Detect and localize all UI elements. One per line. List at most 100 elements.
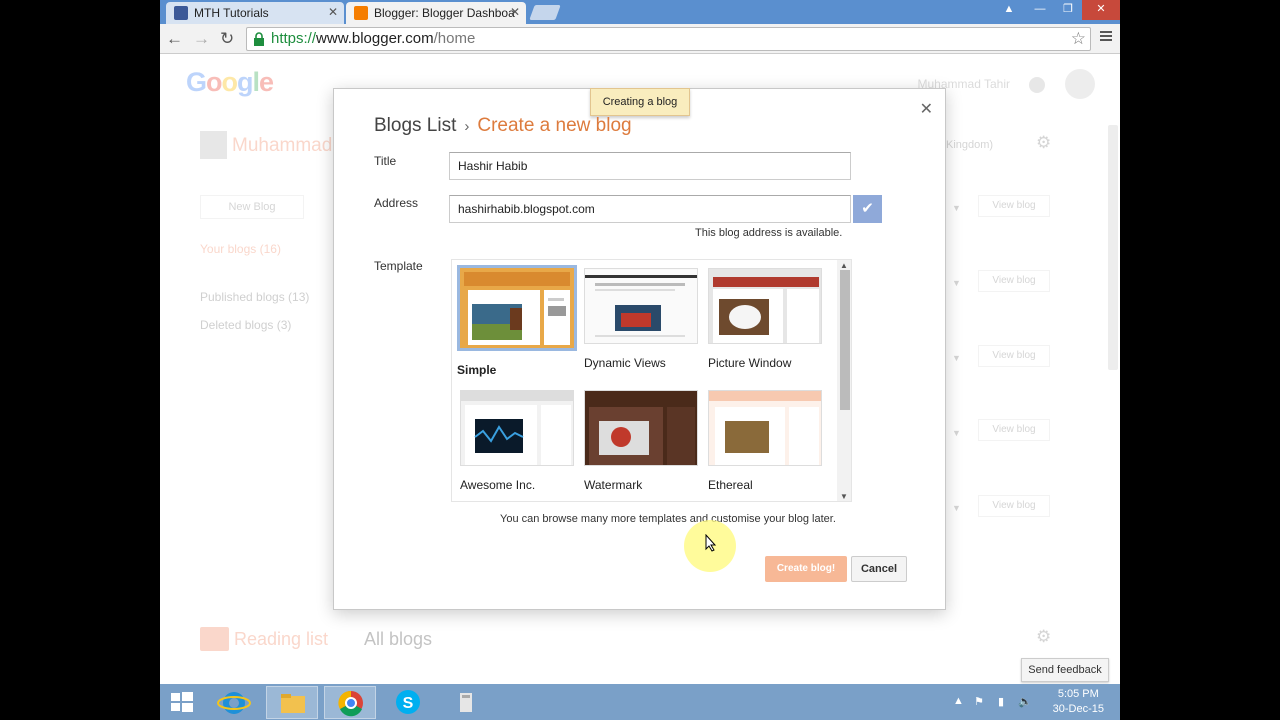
new-tab-button[interactable] <box>529 5 561 20</box>
taskbar-file-explorer[interactable] <box>266 686 318 719</box>
taskbar-internet-explorer[interactable] <box>208 686 260 719</box>
start-button[interactable] <box>160 686 204 719</box>
template-name: Simple <box>457 363 497 377</box>
gear-icon[interactable]: ⚙ <box>1036 627 1051 647</box>
scrollbar-thumb[interactable] <box>840 270 850 410</box>
chevron-down-icon[interactable]: ▼ <box>952 503 961 513</box>
app-icon <box>460 693 472 712</box>
view-blog-button[interactable]: View blog <box>978 270 1050 292</box>
internet-explorer-icon <box>217 692 251 714</box>
template-label: Template <box>374 259 423 273</box>
restore-button[interactable]: ❐ <box>1054 0 1082 20</box>
template-simple[interactable]: Simple <box>457 265 577 377</box>
reading-list-title: Reading list <box>234 629 329 649</box>
cursor-icon <box>705 534 717 552</box>
gear-icon[interactable]: ⚙ <box>1036 133 1051 153</box>
view-blog-button[interactable]: View blog <box>978 345 1050 367</box>
blogger-icon <box>354 6 368 20</box>
reading-list-icon <box>200 627 229 651</box>
tab-blogger-dashboard[interactable]: Blogger: Blogger Dashboa ✕ <box>346 2 526 24</box>
avatar[interactable] <box>1065 69 1095 99</box>
template-picture-window[interactable]: Picture Window <box>708 268 828 370</box>
template-scrollbar[interactable]: ▲ ▼ <box>837 260 851 501</box>
all-blogs-select[interactable]: All blogs <box>364 629 432 650</box>
reload-icon[interactable]: ↻ <box>220 29 234 49</box>
sidebar-item-your-blogs[interactable]: Your blogs (16) <box>200 242 281 256</box>
breadcrumb-current: Create a new blog <box>477 115 632 136</box>
clock-date: 30-Dec-15 <box>1052 703 1104 715</box>
close-icon[interactable]: ✕ <box>920 99 933 119</box>
page-scrollbar[interactable] <box>1108 125 1118 370</box>
cancel-button[interactable]: Cancel <box>851 556 907 582</box>
url-path: /home <box>433 30 476 47</box>
create-blog-dialog: Creating a blog ✕ Blogs List › Create a ne… <box>333 88 946 610</box>
close-icon[interactable]: ✕ <box>328 5 338 19</box>
template-dynamic-views[interactable]: Dynamic Views <box>584 268 704 370</box>
chevron-down-icon[interactable]: ▼ <box>952 278 961 288</box>
title-label: Title <box>374 154 397 168</box>
breadcrumb: Blogs List › Create a new blog <box>374 115 632 137</box>
volume-icon[interactable]: 🔈 <box>1018 695 1032 708</box>
skype-icon: S <box>396 690 420 714</box>
chevron-down-icon[interactable]: ▼ <box>952 353 961 363</box>
flag-icon[interactable]: ⚑ <box>974 695 984 708</box>
taskbar-app[interactable] <box>440 686 492 719</box>
menu-icon[interactable] <box>1100 31 1112 43</box>
sidebar-item-published[interactable]: Published blogs (13) <box>200 290 309 304</box>
view-blog-button[interactable]: View blog <box>978 195 1050 217</box>
address-input[interactable] <box>449 195 851 223</box>
url-protocol: https:// <box>271 30 317 47</box>
clock-time: 5:05 PM <box>1057 688 1099 700</box>
taskbar-chrome[interactable] <box>324 686 376 719</box>
minimize-button[interactable]: — <box>1026 0 1054 20</box>
scroll-up-icon[interactable]: ▲ <box>840 261 848 270</box>
address-label: Address <box>374 196 419 210</box>
profile-photo <box>200 131 227 159</box>
notification-icon[interactable] <box>1029 77 1045 93</box>
tab-title: MTH Tutorials <box>194 6 269 20</box>
template-thumbnail <box>708 390 822 466</box>
view-blog-button[interactable]: View blog <box>978 495 1050 517</box>
screen: MTH Tutorials ✕ Blogger: Blogger Dashboa… <box>160 0 1120 720</box>
sidebar-item-deleted[interactable]: Deleted blogs (3) <box>200 318 291 332</box>
new-blog-button[interactable]: New Blog <box>200 195 304 219</box>
template-ethereal[interactable]: Ethereal <box>708 390 828 492</box>
breadcrumb-blogs-list[interactable]: Blogs List <box>374 115 456 136</box>
bookmark-star-icon[interactable]: ☆ <box>1071 28 1086 50</box>
folder-icon <box>281 694 305 713</box>
address-bar[interactable]: https://www.blogger.com/home ☆ <box>246 27 1091 51</box>
back-icon[interactable]: ← <box>166 29 183 49</box>
template-awesome-inc[interactable]: Awesome Inc. <box>460 390 580 492</box>
chevron-down-icon[interactable]: ▼ <box>952 428 961 438</box>
template-name: Dynamic Views <box>584 356 666 370</box>
template-hint: You can browse many more templates and c… <box>500 513 836 525</box>
tray-up-icon[interactable]: ▲ <box>953 695 964 707</box>
template-thumbnail <box>457 265 577 351</box>
template-thumbnail <box>584 390 698 466</box>
send-feedback-button[interactable]: Send feedback <box>1021 658 1109 682</box>
view-blog-button[interactable]: View blog <box>978 419 1050 441</box>
taskbar-clock[interactable]: 5:05 PM 30-Dec-15 <box>1053 687 1104 717</box>
template-thumbnail <box>584 268 698 344</box>
template-picker: Simple Dynamic Views Picture Window Awes… <box>451 259 852 502</box>
taskbar-skype[interactable]: S <box>382 686 434 719</box>
tab-mth-tutorials[interactable]: MTH Tutorials ✕ <box>166 2 344 24</box>
tab-title: Blogger: Blogger Dashboa <box>374 6 515 20</box>
template-watermark[interactable]: Watermark <box>584 390 704 492</box>
scroll-down-icon[interactable]: ▼ <box>840 492 848 501</box>
create-blog-button[interactable]: Create blog! <box>765 556 847 582</box>
profile-name: Muhammad <box>232 135 333 156</box>
network-icon[interactable]: ▮ <box>998 695 1004 708</box>
chevron-down-icon[interactable]: ▼ <box>952 203 961 213</box>
user-icon[interactable]: ▲ <box>996 0 1022 20</box>
language-select[interactable]: Kingdom) <box>946 139 993 151</box>
forward-icon[interactable]: → <box>193 29 210 49</box>
template-name: Watermark <box>584 478 643 492</box>
lock-icon <box>254 32 264 46</box>
close-icon[interactable]: ✕ <box>510 5 520 19</box>
close-window-button[interactable]: ✕ <box>1082 0 1120 20</box>
template-name: Ethereal <box>708 478 753 492</box>
url-host: www.blogger.com <box>316 30 434 47</box>
status-toast: Creating a blog <box>590 88 690 116</box>
title-input[interactable] <box>449 152 851 180</box>
